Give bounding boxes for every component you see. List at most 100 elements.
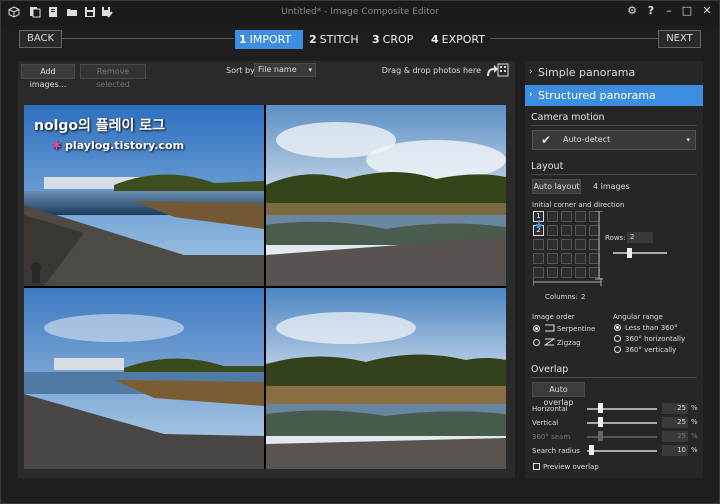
image-grid: nolgo의 플레이 로그 ✱ playlog.tistory.com xyxy=(24,105,506,469)
seam-label: 360° seam xyxy=(532,433,571,441)
grid-cell[interactable] xyxy=(575,267,586,278)
serpentine-icon xyxy=(545,324,555,332)
step-stitch[interactable]: 2 STITCH xyxy=(305,30,365,49)
sort-by-value: File name xyxy=(258,65,297,74)
grid-cell[interactable] xyxy=(561,225,572,236)
vertical-input[interactable]: 25 xyxy=(662,417,688,428)
grid-cell[interactable] xyxy=(575,253,586,264)
grid-cell[interactable] xyxy=(533,267,544,278)
horiz-360-radio[interactable] xyxy=(614,335,621,342)
seam-slider-thumb[interactable] xyxy=(598,431,603,441)
grid-cell[interactable] xyxy=(533,253,544,264)
structured-panorama-header[interactable]: › Structured panorama xyxy=(525,85,703,106)
drag-drop-icon xyxy=(487,63,509,77)
grid-cell[interactable] xyxy=(533,239,544,250)
help-icon[interactable]: ? xyxy=(644,4,658,18)
maximize-icon[interactable]: □ xyxy=(680,4,694,18)
grid-cell[interactable] xyxy=(547,239,558,250)
zigzag-label: Zigzag xyxy=(557,339,581,347)
step-number: 3 xyxy=(372,33,380,46)
grid-cell[interactable] xyxy=(547,253,558,264)
minimize-icon[interactable]: – xyxy=(662,4,676,18)
close-icon[interactable]: ✕ xyxy=(700,4,714,18)
percent-label: % xyxy=(691,404,698,412)
chevron-down-icon: ▾ xyxy=(308,66,312,74)
step-label: STITCH xyxy=(319,33,359,46)
vertical-slider-thumb[interactable] xyxy=(598,417,603,427)
overlap-title: Overlap xyxy=(531,364,569,375)
photo-thumbnail[interactable] xyxy=(266,105,506,286)
search-radius-slider-thumb[interactable] xyxy=(589,445,594,455)
add-images-button[interactable]: Add images... xyxy=(21,64,75,89)
step-bar: BACK 1 IMPORT 2 STITCH 3 CROP 4 EXPORT NEXT xyxy=(0,26,720,52)
remove-selected-button[interactable]: Remove selected xyxy=(80,64,146,89)
auto-overlap-button[interactable]: Auto overlap xyxy=(532,382,585,407)
search-radius-slider-track xyxy=(587,450,657,452)
grid-cell[interactable] xyxy=(561,239,572,250)
grid-cell[interactable] xyxy=(547,211,558,222)
percent-label: % xyxy=(691,432,698,440)
step-number: 4 xyxy=(431,33,439,46)
step-number: 1 xyxy=(239,33,247,46)
import-toolbar: Add images... Remove selected Sort by Fi… xyxy=(18,61,515,89)
divider xyxy=(531,377,697,378)
next-button[interactable]: NEXT xyxy=(658,30,701,48)
rows-slider-track xyxy=(613,252,667,254)
grid-cell[interactable] xyxy=(561,267,572,278)
rows-input[interactable]: 2 xyxy=(627,232,653,243)
grid-cell[interactable] xyxy=(547,225,558,236)
horizontal-slider-thumb[interactable] xyxy=(598,403,603,413)
step-connector-left xyxy=(62,38,234,39)
vert-360-label: 360° vertically xyxy=(625,346,677,354)
direction-arrow-icon xyxy=(536,220,542,228)
grid-cell[interactable] xyxy=(547,267,558,278)
simple-panorama-header[interactable]: › Simple panorama xyxy=(525,62,703,83)
step-crop[interactable]: 3 CROP xyxy=(368,30,422,49)
grid-cell[interactable] xyxy=(561,211,572,222)
step-export[interactable]: 4 EXPORT xyxy=(427,30,489,49)
back-label: BACK xyxy=(26,33,55,44)
zigzag-radio[interactable] xyxy=(533,339,540,346)
back-button[interactable]: BACK xyxy=(19,30,62,48)
vert-360-radio[interactable] xyxy=(614,346,621,353)
watermark-url: ✱ playlog.tistory.com xyxy=(52,139,184,152)
camera-motion-value: Auto-detect xyxy=(563,135,611,144)
step-number: 2 xyxy=(309,33,317,46)
seam-input[interactable]: 25 xyxy=(662,431,688,442)
rows-indicator-icon xyxy=(595,211,603,280)
step-import[interactable]: 1 IMPORT xyxy=(235,30,303,49)
sort-by-select[interactable]: File name ▾ xyxy=(254,63,316,77)
columns-label: Columns: xyxy=(545,293,578,301)
columns-indicator-icon xyxy=(533,278,602,286)
auto-layout-button[interactable]: Auto layout xyxy=(532,179,581,194)
photo-thumbnail[interactable] xyxy=(24,288,264,469)
camera-motion-title: Camera motion xyxy=(531,112,605,123)
camera-motion-select[interactable]: ✔ Auto-detect ▾ xyxy=(532,130,696,150)
grid-cell[interactable] xyxy=(575,239,586,250)
photo-thumbnail[interactable] xyxy=(266,288,506,469)
divider xyxy=(531,125,697,126)
horizontal-input[interactable]: 25 xyxy=(662,403,688,414)
simple-panorama-label: Simple panorama xyxy=(538,66,636,79)
columns-value[interactable]: 2 xyxy=(581,293,585,301)
serpentine-label: Serpentine xyxy=(557,325,596,333)
drag-drop-label: Drag & drop photos here xyxy=(381,66,481,75)
grid-cell[interactable] xyxy=(575,211,586,222)
vertical-label: Vertical xyxy=(532,419,559,427)
less-than-360-radio[interactable] xyxy=(614,324,621,331)
grid-cell[interactable] xyxy=(575,225,586,236)
step-label: EXPORT xyxy=(441,33,485,46)
less-than-360-label: Less than 360° xyxy=(625,324,678,332)
rows-slider-thumb[interactable] xyxy=(627,248,632,258)
next-label: NEXT xyxy=(666,33,693,44)
divider xyxy=(531,174,697,175)
preview-overlap-checkbox[interactable] xyxy=(533,463,540,470)
structured-panorama-label: Structured panorama xyxy=(538,89,656,102)
step-connector-right xyxy=(490,38,658,39)
settings-icon[interactable]: ⚙ xyxy=(625,4,639,18)
zigzag-icon xyxy=(544,338,556,346)
grid-cell[interactable] xyxy=(561,253,572,264)
search-radius-input[interactable]: 10 xyxy=(662,445,688,456)
serpentine-radio[interactable] xyxy=(533,325,540,332)
search-radius-label: Search radius xyxy=(532,447,580,455)
